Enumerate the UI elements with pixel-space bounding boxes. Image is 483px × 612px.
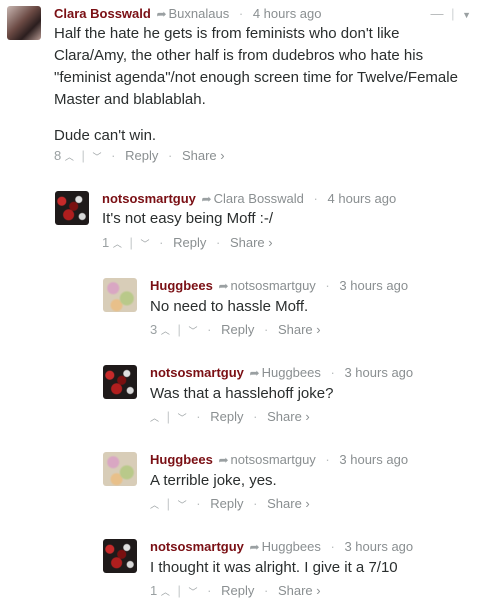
comment-footer: 3 ︿ | ﹀ · Reply · Share › bbox=[150, 322, 321, 337]
comment-text: Was that a hasslehoff joke? bbox=[150, 385, 334, 402]
vote-count: 1 bbox=[150, 583, 158, 598]
reply-to-name[interactable]: Huggbees bbox=[262, 539, 321, 554]
chevron-up-icon[interactable]: ︿ bbox=[150, 413, 159, 423]
comment-body: No need to hassle Moff. bbox=[150, 296, 470, 318]
comment-header: Huggbees ➦ notsosmartguy · 3 hours ago bbox=[150, 452, 409, 467]
author-name[interactable]: Huggbees bbox=[150, 452, 213, 467]
share-arrow-icon: ➦ bbox=[218, 453, 229, 467]
chevron-up-icon[interactable]: ︿ bbox=[161, 587, 170, 597]
comment-tools: — | ▼ bbox=[430, 6, 471, 21]
comment-text: A terrible joke, yes. bbox=[150, 472, 277, 489]
chevron-down-icon[interactable]: ﹀ bbox=[178, 413, 187, 423]
comment-footer: 1 ︿ | ﹀ · Reply · Share › bbox=[102, 235, 273, 250]
author-name[interactable]: Clara Bosswald bbox=[54, 6, 151, 21]
share-button[interactable]: Share bbox=[267, 496, 302, 511]
comment-footer: 1 ︿ | ﹀ · Reply · Share › bbox=[150, 583, 321, 598]
comment-text: Dude can't win. bbox=[54, 127, 157, 144]
chevron-down-icon[interactable]: ﹀ bbox=[189, 587, 198, 597]
share-arrow-icon: ➦ bbox=[156, 7, 167, 21]
comment-header: notsosmartguy ➦ Huggbees · 3 hours ago bbox=[150, 365, 414, 380]
avatar[interactable] bbox=[55, 191, 89, 225]
comment-header: Clara Bosswald ➦ Buxnalaus · 4 hours ago bbox=[54, 6, 322, 21]
avatar[interactable] bbox=[103, 452, 137, 486]
timestamp[interactable]: 4 hours ago bbox=[253, 6, 322, 21]
timestamp[interactable]: 3 hours ago bbox=[344, 365, 413, 380]
author-name[interactable]: notsosmartguy bbox=[150, 539, 244, 554]
chevron-down-icon[interactable]: ﹀ bbox=[141, 239, 150, 249]
author-name[interactable]: notsosmartguy bbox=[150, 365, 244, 380]
vote-count: 8 bbox=[54, 148, 62, 163]
share-button[interactable]: Share bbox=[278, 322, 313, 337]
reply-button[interactable]: Reply bbox=[210, 496, 243, 511]
chevron-down-icon[interactable]: ﹀ bbox=[93, 152, 102, 162]
share-button[interactable]: Share bbox=[267, 409, 302, 424]
timestamp[interactable]: 4 hours ago bbox=[328, 191, 397, 206]
chevron-up-icon[interactable]: ︿ bbox=[65, 152, 74, 162]
chevron-up-icon[interactable]: ︿ bbox=[113, 239, 122, 249]
share-arrow-icon: ➦ bbox=[201, 192, 212, 206]
chevron-up-icon[interactable]: ︿ bbox=[161, 326, 170, 336]
chevron-down-icon[interactable]: ▼ bbox=[462, 10, 471, 20]
reply-button[interactable]: Reply bbox=[221, 583, 254, 598]
comment-header: notsosmartguy ➦ Huggbees · 3 hours ago bbox=[150, 539, 414, 554]
vote-count: 3 bbox=[150, 322, 158, 337]
reply-to-name[interactable]: notsosmartguy bbox=[231, 278, 316, 293]
comment-text: It's not easy being Moff :-/ bbox=[102, 210, 274, 227]
share-arrow-icon: ➦ bbox=[249, 366, 260, 380]
chevron-down-icon[interactable]: ﹀ bbox=[189, 326, 198, 336]
comment-body: Was that a hasslehoff joke? bbox=[150, 383, 470, 405]
reply-to-name[interactable]: Buxnalaus bbox=[169, 6, 230, 21]
vote-count: 1 bbox=[102, 235, 110, 250]
reply-to-name[interactable]: Huggbees bbox=[262, 365, 321, 380]
chevron-down-icon[interactable]: ﹀ bbox=[178, 500, 187, 510]
comment-body: Half the hate he gets is from feminists … bbox=[54, 23, 474, 147]
reply-button[interactable]: Reply bbox=[173, 235, 206, 250]
reply-button[interactable]: Reply bbox=[210, 409, 243, 424]
author-name[interactable]: Huggbees bbox=[150, 278, 213, 293]
comment-body: A terrible joke, yes. bbox=[150, 470, 470, 492]
comment-body: It's not easy being Moff :-/ bbox=[102, 208, 472, 230]
share-button[interactable]: Share bbox=[278, 583, 313, 598]
minus-icon[interactable]: — bbox=[430, 6, 443, 21]
comment-body: I thought it was alright. I give it a 7/… bbox=[150, 557, 470, 579]
comment-header: Huggbees ➦ notsosmartguy · 3 hours ago bbox=[150, 278, 409, 293]
reply-button[interactable]: Reply bbox=[125, 148, 158, 163]
share-arrow-icon: ➦ bbox=[249, 540, 260, 554]
share-arrow-icon: ➦ bbox=[218, 279, 229, 293]
comment-header: notsosmartguy ➦ Clara Bosswald · 4 hours … bbox=[102, 191, 397, 206]
author-name[interactable]: notsosmartguy bbox=[102, 191, 196, 206]
comment-text: Half the hate he gets is from feminists … bbox=[54, 25, 458, 108]
reply-to-name[interactable]: notsosmartguy bbox=[231, 452, 316, 467]
comment-footer: ︿ | ﹀ · Reply · Share › bbox=[150, 496, 310, 511]
comment-footer: 8 ︿ | ﹀ · Reply · Share › bbox=[54, 148, 225, 163]
avatar[interactable] bbox=[7, 6, 41, 40]
chevron-up-icon[interactable]: ︿ bbox=[150, 500, 159, 510]
comment-footer: ︿ | ﹀ · Reply · Share › bbox=[150, 409, 310, 424]
avatar[interactable] bbox=[103, 278, 137, 312]
avatar[interactable] bbox=[103, 365, 137, 399]
reply-to-name[interactable]: Clara Bosswald bbox=[214, 191, 304, 206]
comment-text: No need to hassle Moff. bbox=[150, 298, 309, 315]
avatar[interactable] bbox=[103, 539, 137, 573]
comment-text: I thought it was alright. I give it a 7/… bbox=[150, 559, 398, 576]
timestamp[interactable]: 3 hours ago bbox=[339, 278, 408, 293]
reply-button[interactable]: Reply bbox=[221, 322, 254, 337]
timestamp[interactable]: 3 hours ago bbox=[339, 452, 408, 467]
share-button[interactable]: Share bbox=[182, 148, 217, 163]
share-button[interactable]: Share bbox=[230, 235, 265, 250]
timestamp[interactable]: 3 hours ago bbox=[344, 539, 413, 554]
